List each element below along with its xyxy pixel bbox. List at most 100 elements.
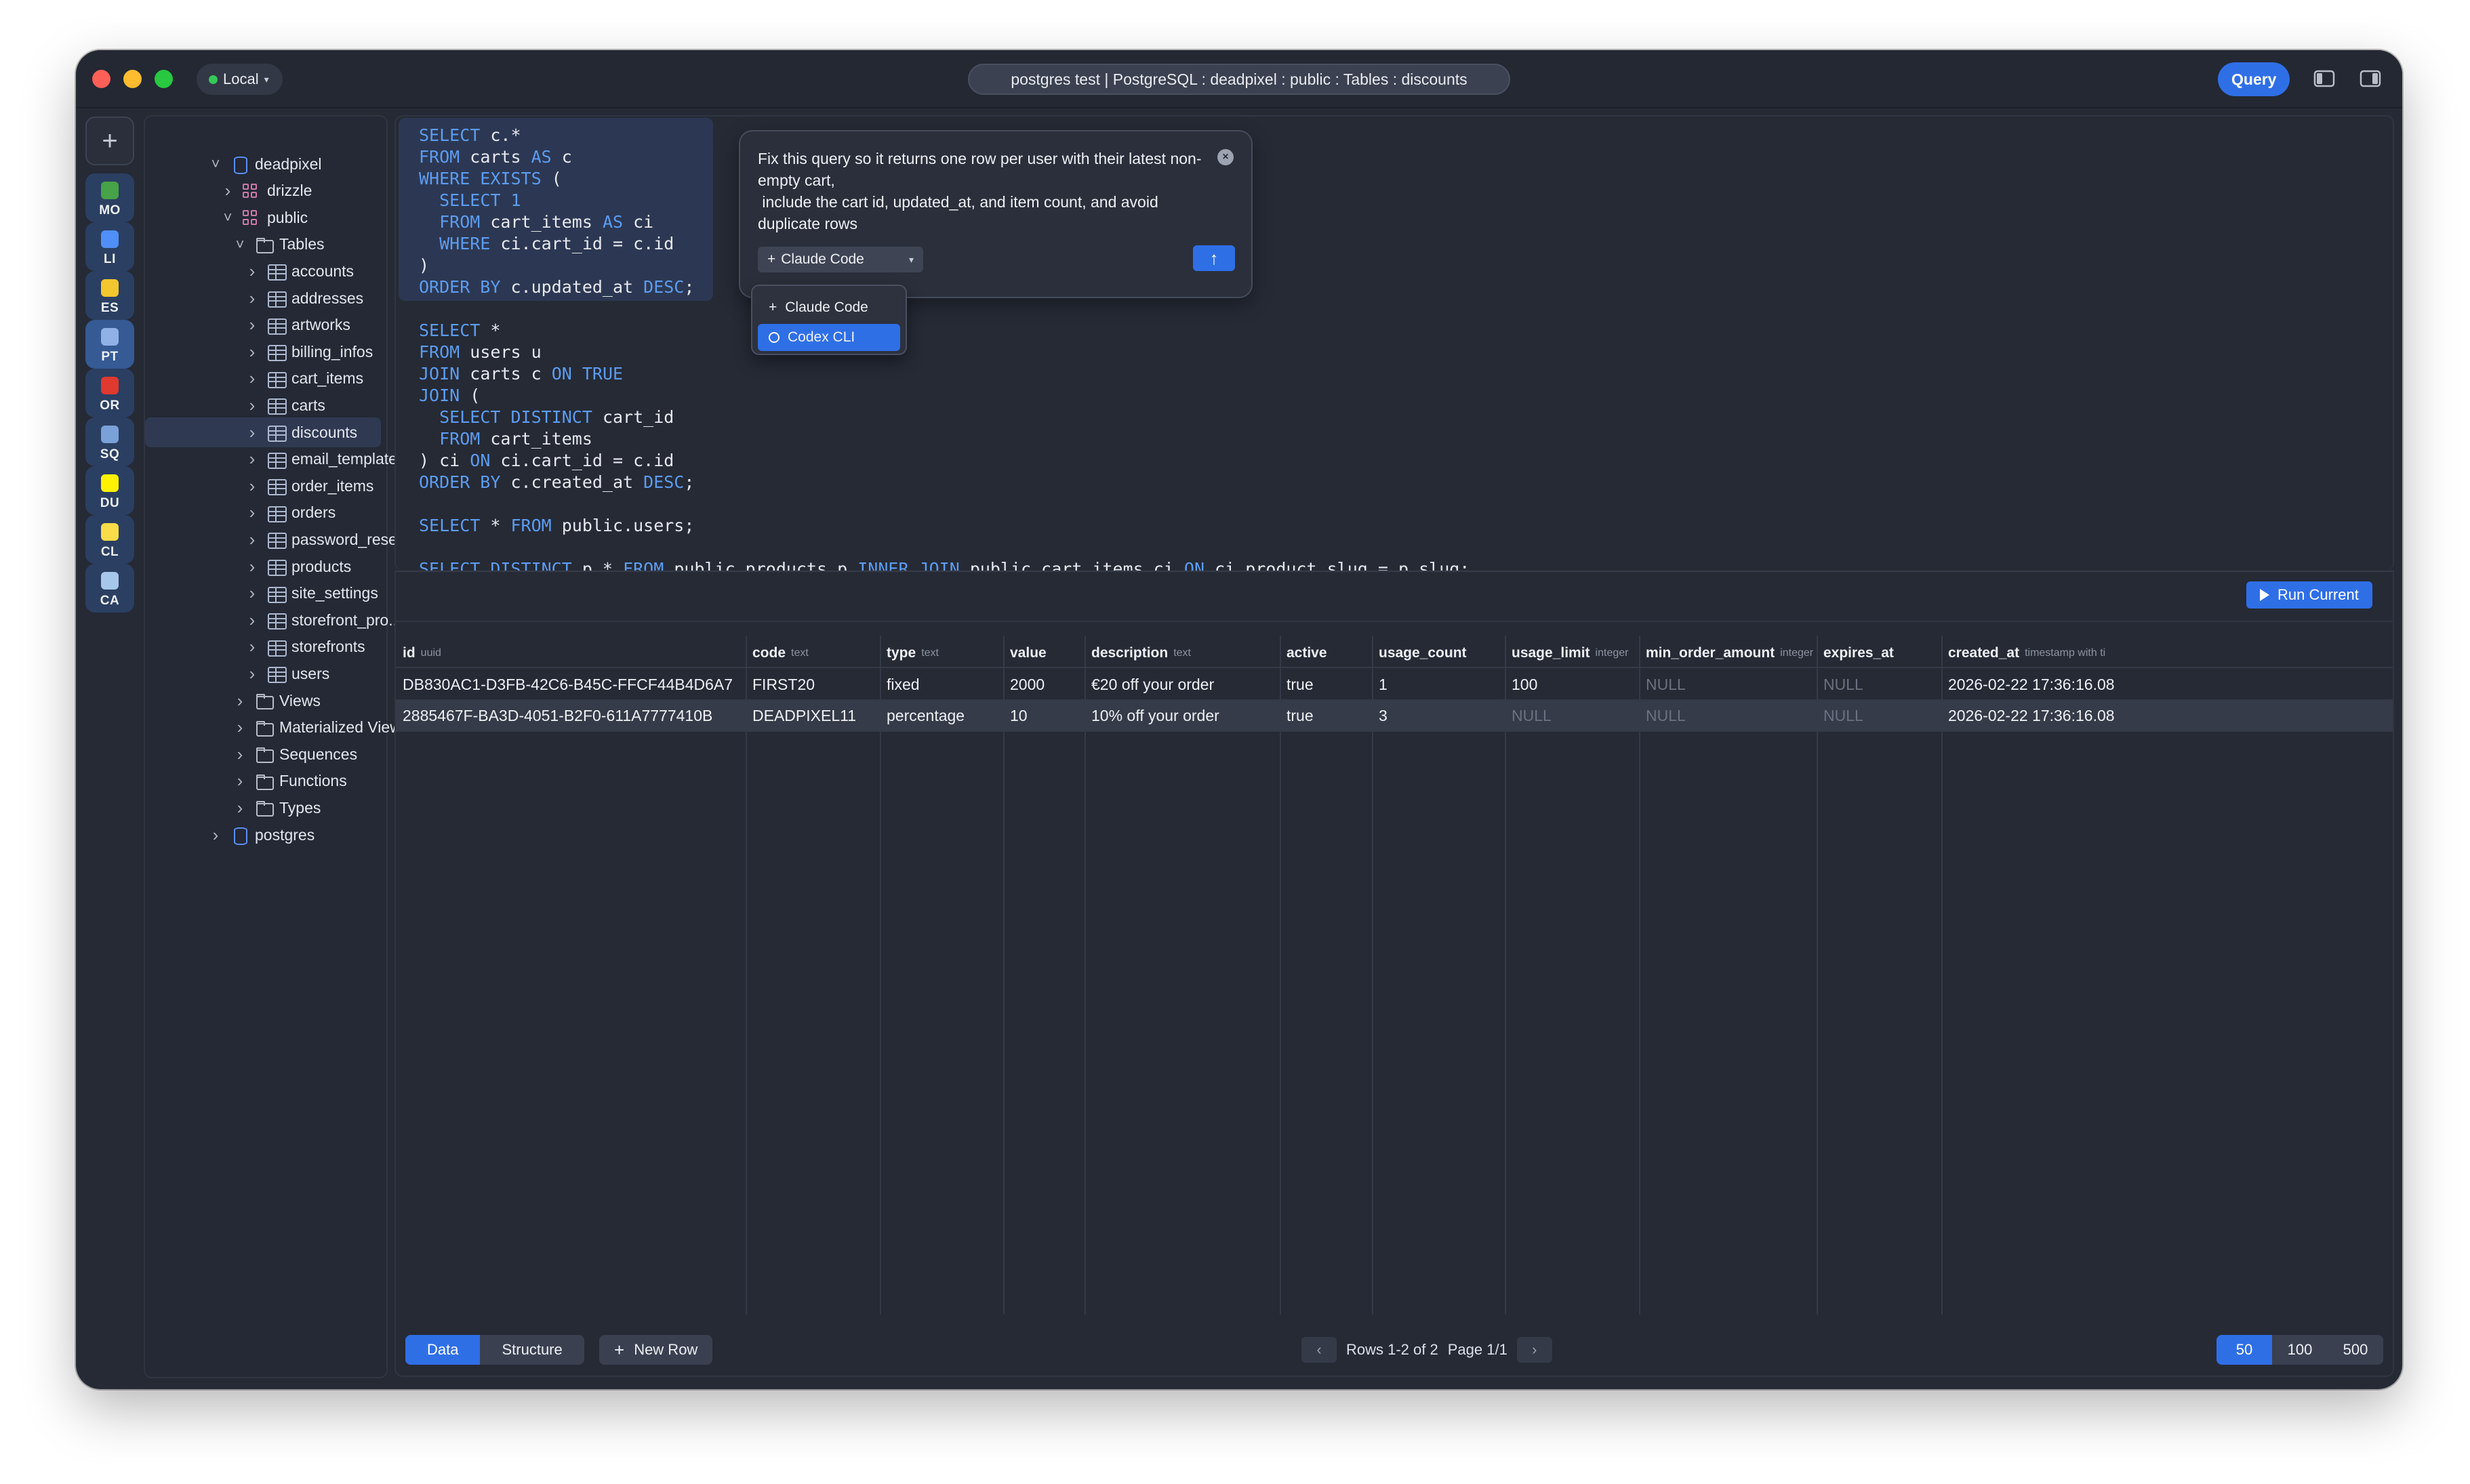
chevron-right-icon[interactable]: › [245, 422, 259, 443]
table-cell[interactable]: NULL [1817, 669, 1941, 699]
column-header-created-at[interactable]: created_at timestamp with ti [1941, 640, 2393, 667]
connection-sq[interactable]: SQ [85, 417, 134, 466]
page-size-50[interactable]: 50 [2216, 1335, 2272, 1365]
table-cell[interactable]: 100 [1505, 669, 1639, 699]
close-window-button[interactable] [92, 70, 110, 88]
chevron-right-icon[interactable]: › [245, 395, 259, 416]
toggle-right-panel-icon[interactable] [2359, 68, 2382, 89]
column-header-usage-limit[interactable]: usage_limit integer [1505, 640, 1639, 667]
table-cell[interactable]: NULL [1505, 701, 1639, 730]
tree-table-site_settings[interactable]: › site_settings [245, 580, 378, 607]
chevron-right-icon[interactable]: › [245, 261, 259, 282]
toggle-left-sidebar-icon[interactable] [2313, 68, 2336, 89]
run-current-button[interactable]: Run Current [2246, 581, 2372, 609]
tree-database-postgres[interactable]: › postgres [209, 821, 315, 848]
chevron-down-icon[interactable]: ˅ [209, 155, 222, 173]
column-header-description[interactable]: description text [1085, 640, 1280, 667]
chevron-right-icon[interactable]: › [245, 502, 259, 523]
send-prompt-button[interactable]: ↑ [1193, 245, 1235, 271]
chevron-right-icon[interactable]: › [245, 610, 259, 631]
chevron-right-icon[interactable]: › [245, 476, 259, 497]
table-cell[interactable]: true [1280, 669, 1372, 699]
connection-ca[interactable]: CA [85, 564, 134, 613]
chevron-right-icon[interactable]: › [245, 368, 259, 389]
tree-folder-materialized-views[interactable]: › Materialized Views [233, 714, 409, 741]
agent-select[interactable]: + Claude Code ▾ [758, 247, 923, 272]
tree-table-storefront_pro[interactable]: › storefront_pro... [245, 606, 402, 634]
tree-folder-tables[interactable]: ˅ Tables [233, 231, 324, 258]
column-header-min-order-amount[interactable]: min_order_amount integer [1639, 640, 1817, 667]
chevron-down-icon[interactable]: ˅ [221, 209, 235, 226]
column-header-usage-count[interactable]: usage_count [1372, 640, 1505, 667]
table-cell[interactable]: 2000 [1003, 669, 1085, 699]
tab-structure[interactable]: Structure [480, 1335, 584, 1365]
zoom-window-button[interactable] [155, 70, 173, 88]
chevron-right-icon[interactable]: › [245, 288, 259, 309]
tree-table-products[interactable]: › products [245, 553, 352, 580]
previous-page-button[interactable]: ‹ [1301, 1337, 1337, 1363]
connection-cl[interactable]: CL [85, 515, 134, 564]
column-header-code[interactable]: code text [746, 640, 880, 667]
chevron-right-icon[interactable]: › [233, 691, 247, 712]
table-cell[interactable]: 3 [1372, 701, 1505, 730]
tree-table-orders[interactable]: › orders [245, 499, 336, 527]
connection-pt[interactable]: PT [85, 320, 134, 369]
tree-folder-sequences[interactable]: › Sequences [233, 741, 357, 768]
table-cell[interactable]: 10 [1003, 701, 1085, 730]
tree-table-addresses[interactable]: › addresses [245, 285, 363, 312]
chevron-right-icon[interactable]: › [221, 180, 235, 201]
tree-table-artworks[interactable]: › artworks [245, 312, 350, 339]
chevron-right-icon[interactable]: › [245, 556, 259, 577]
ai-prompt-input[interactable]: Fix this query so it returns one row per… [758, 148, 1205, 234]
chevron-right-icon[interactable]: › [233, 717, 247, 738]
tree-table-discounts[interactable]: › discounts [245, 419, 358, 446]
new-row-button[interactable]: + New Row [599, 1335, 713, 1365]
table-cell[interactable]: 2026-02-22 17:36:16.08 [1941, 669, 2393, 699]
table-cell[interactable]: true [1280, 701, 1372, 730]
add-connection-button[interactable]: + [85, 117, 134, 165]
table-cell[interactable]: NULL [1639, 701, 1817, 730]
table-cell[interactable]: DEADPIXEL11 [746, 701, 880, 730]
column-header-value[interactable]: value [1003, 640, 1085, 667]
connection-breadcrumb[interactable]: postgres test | PostgreSQL : deadpixel :… [968, 64, 1510, 95]
minimize-window-button[interactable] [123, 70, 142, 88]
table-cell[interactable]: 2885467F-BA3D-4051-B2F0-611A7777410B [396, 701, 746, 730]
table-cell[interactable]: 2026-02-22 17:36:16.08 [1941, 701, 2393, 730]
chevron-right-icon[interactable]: › [209, 825, 222, 846]
tree-folder-views[interactable]: › Views [233, 687, 321, 714]
connection-es[interactable]: ES [85, 271, 134, 320]
page-size-100[interactable]: 100 [2272, 1335, 2328, 1365]
chevron-right-icon[interactable]: › [233, 770, 247, 791]
tree-table-password_rese[interactable]: › password_rese... [245, 526, 410, 553]
tree-table-users[interactable]: › users [245, 660, 330, 687]
tab-data[interactable]: Data [405, 1335, 481, 1365]
tree-schema-public[interactable]: ˅ public [221, 204, 308, 231]
table-cell[interactable]: NULL [1817, 701, 1941, 730]
chevron-right-icon[interactable]: › [245, 529, 259, 550]
column-header-active[interactable]: active [1280, 640, 1372, 667]
page-size-500[interactable]: 500 [2328, 1335, 2383, 1365]
environment-picker[interactable]: Local ▾ [197, 64, 283, 95]
table-cell[interactable]: 1 [1372, 669, 1505, 699]
table-cell[interactable]: NULL [1639, 669, 1817, 699]
tree-folder-functions[interactable]: › Functions [233, 768, 347, 795]
close-icon[interactable]: × [1217, 149, 1234, 165]
agent-option-claude-code[interactable]: + Claude Code [758, 294, 900, 321]
column-header-type[interactable]: type text [880, 640, 1003, 667]
query-button[interactable]: Query [2218, 62, 2290, 96]
tree-table-order_items[interactable]: › order_items [245, 472, 374, 499]
chevron-down-icon[interactable]: ˅ [233, 236, 247, 253]
table-cell[interactable]: DB830AC1-D3FB-42C6-B45C-FFCF44B4D6A7 [396, 669, 746, 699]
column-header-id[interactable]: id uuid [396, 640, 746, 667]
connection-li[interactable]: LI [85, 222, 134, 271]
next-page-button[interactable]: › [1516, 1337, 1552, 1363]
chevron-right-icon[interactable]: › [233, 798, 247, 819]
tree-table-storefronts[interactable]: › storefronts [245, 634, 365, 661]
chevron-right-icon[interactable]: › [245, 342, 259, 363]
chevron-right-icon[interactable]: › [245, 583, 259, 604]
chevron-right-icon[interactable]: › [245, 636, 259, 657]
chevron-right-icon[interactable]: › [233, 744, 247, 765]
tree-table-cart_items[interactable]: › cart_items [245, 365, 363, 392]
tree-database-deadpixel[interactable]: ˅ deadpixel [209, 150, 321, 178]
connection-or[interactable]: OR [85, 369, 134, 417]
